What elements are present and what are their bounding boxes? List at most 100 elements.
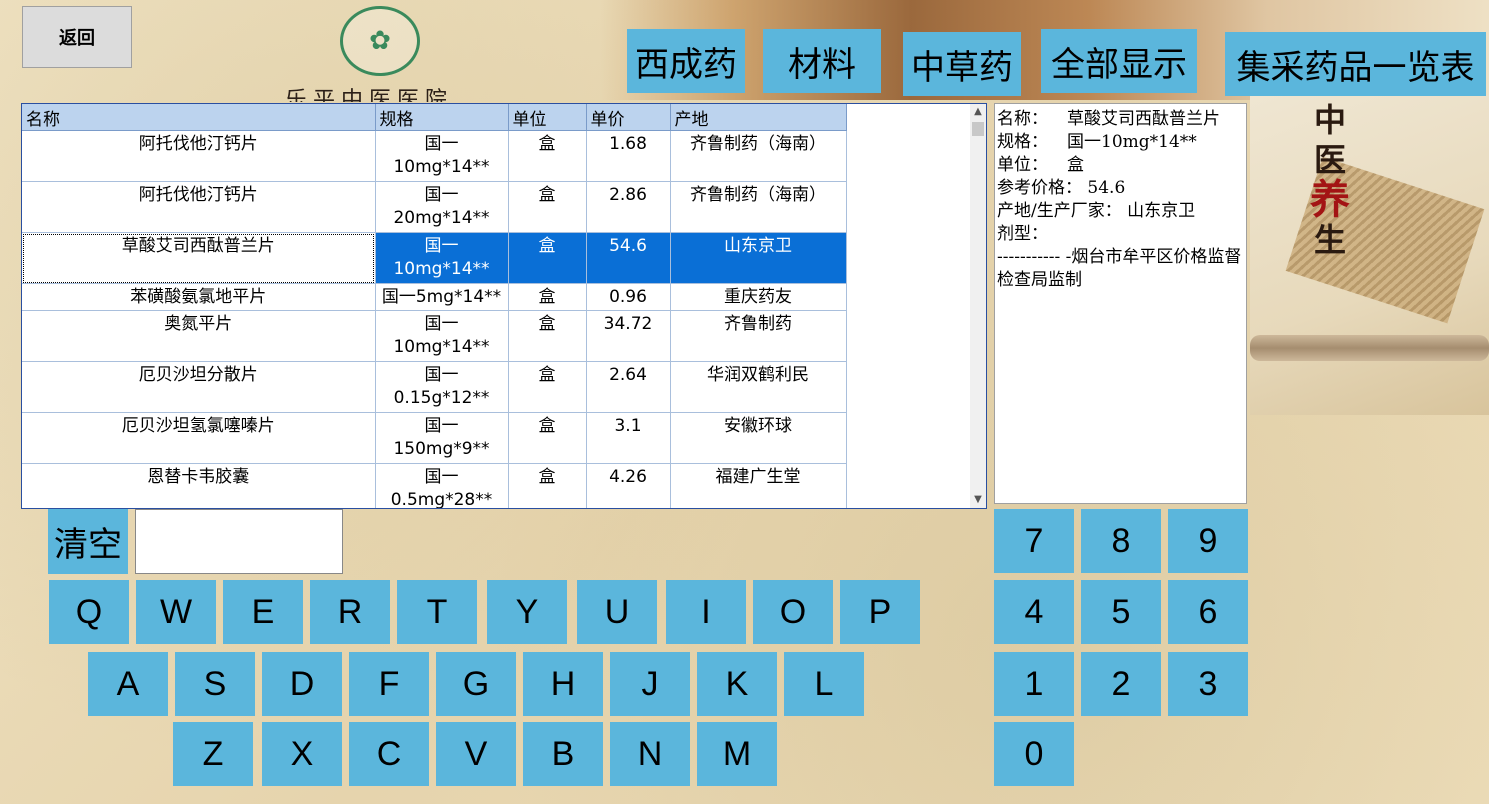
key-0[interactable]: 0 — [994, 722, 1074, 786]
cell-price: 54.6 — [586, 232, 671, 284]
key-p[interactable]: P — [840, 580, 920, 644]
key-5[interactable]: 5 — [1081, 580, 1161, 644]
key-g[interactable]: G — [436, 652, 516, 716]
cell-spec-line: 国一 — [424, 467, 459, 487]
cell-spec-line: 10mg*14** — [393, 157, 490, 177]
cell-price: 34.72 — [586, 310, 671, 362]
key-d[interactable]: D — [262, 652, 342, 716]
key-s[interactable]: S — [175, 652, 255, 716]
key-c[interactable]: C — [349, 722, 429, 786]
key-q[interactable]: Q — [49, 580, 129, 644]
key-v[interactable]: V — [436, 722, 516, 786]
calligraphy-char: 医 — [1313, 141, 1346, 179]
column-header-spec[interactable]: 规格 — [375, 104, 509, 131]
key-7[interactable]: 7 — [994, 509, 1074, 573]
key-1[interactable]: 1 — [994, 652, 1074, 716]
key-j[interactable]: J — [610, 652, 690, 716]
detail-label: 参考价格： — [997, 178, 1082, 198]
cell-spec-line: 国一 — [424, 134, 459, 154]
cell-price: 0.96 — [586, 283, 671, 311]
key-w[interactable]: W — [136, 580, 216, 644]
key-x[interactable]: X — [262, 722, 342, 786]
cell-spec-line: 国一 — [424, 416, 459, 436]
drug-detail-panel: 名称： 草酸艾司西酞普兰片 规格： 国一10mg*14** 单位： 盒 参考价格： 5… — [994, 103, 1247, 504]
column-header-price[interactable]: 单价 — [586, 104, 671, 131]
cell-name: 厄贝沙坦分散片 — [22, 361, 376, 413]
key-9[interactable]: 9 — [1168, 509, 1248, 573]
key-m[interactable]: M — [697, 722, 777, 786]
key-b[interactable]: B — [523, 722, 603, 786]
table-row[interactable]: 阿托伐他汀钙片 国一 10mg*14** 盒 1.68 齐鲁制药（海南） — [22, 130, 847, 182]
search-input[interactable] — [135, 509, 343, 574]
key-o[interactable]: O — [753, 580, 833, 644]
table-row-selected[interactable]: 草酸艾司西酞普兰片 国一 10mg*14** 盒 54.6 山东京卫 — [22, 232, 847, 284]
key-6[interactable]: 6 — [1168, 580, 1248, 644]
category-procurement-list-button[interactable]: 集采药品一览表 — [1225, 32, 1486, 96]
column-header-origin[interactable]: 产地 — [670, 104, 847, 131]
cell-spec: 国一 10mg*14** — [375, 310, 509, 362]
key-l[interactable]: L — [784, 652, 864, 716]
category-show-all-button[interactable]: 全部显示 — [1041, 29, 1197, 93]
key-f[interactable]: F — [349, 652, 429, 716]
scrollbar-thumb[interactable] — [972, 122, 984, 136]
key-h[interactable]: H — [523, 652, 603, 716]
key-t[interactable]: T — [397, 580, 477, 644]
hospital-logo-icon: ✿ — [340, 6, 420, 76]
category-western-medicine-button[interactable]: 西成药 — [627, 29, 745, 93]
detail-unit-row: 单位： 盒 — [997, 154, 1244, 177]
key-e[interactable]: E — [223, 580, 303, 644]
key-z[interactable]: Z — [173, 722, 253, 786]
key-a[interactable]: A — [88, 652, 168, 716]
table-row[interactable]: 苯磺酸氨氯地平片 国一5mg*14** 盒 0.96 重庆药友 — [22, 283, 847, 311]
key-4[interactable]: 4 — [994, 580, 1074, 644]
cell-spec-line: 10mg*14** — [393, 259, 490, 279]
key-r[interactable]: R — [310, 580, 390, 644]
detail-name-row: 名称： 草酸艾司西酞普兰片 — [997, 108, 1244, 131]
category-herbal-medicine-button[interactable]: 中草药 — [903, 32, 1021, 96]
table-row[interactable]: 恩替卡韦胶囊 国一 0.5mg*28** 盒 4.26 福建广生堂 — [22, 463, 847, 509]
key-n[interactable]: N — [610, 722, 690, 786]
cell-name: 苯磺酸氨氯地平片 — [22, 283, 376, 311]
key-u[interactable]: U — [577, 580, 657, 644]
cell-price: 3.1 — [586, 412, 671, 464]
scroll-decoration — [1250, 335, 1489, 361]
cell-origin: 华润双鹤利民 — [670, 361, 847, 413]
cell-name: 阿托伐他汀钙片 — [22, 181, 376, 233]
table-row[interactable]: 阿托伐他汀钙片 国一 20mg*14** 盒 2.86 齐鲁制药（海南） — [22, 181, 847, 233]
cell-spec-line: 0.5mg*28** — [390, 490, 493, 509]
hospital-name: 乐平中医医院 — [285, 88, 454, 102]
cell-spec-line: 0.15g*12** — [393, 388, 490, 408]
cell-spec: 国一 20mg*14** — [375, 181, 509, 233]
cell-spec-line: 国一 — [424, 185, 459, 205]
cell-spec-line: 国一 — [424, 236, 459, 256]
category-materials-button[interactable]: 材料 — [763, 29, 881, 93]
detail-value: 草酸艾司西酞普兰片 — [1067, 109, 1220, 129]
column-header-unit[interactable]: 单位 — [508, 104, 587, 131]
cell-name: 草酸艾司西酞普兰片 — [22, 232, 376, 284]
cell-price: 2.86 — [586, 181, 671, 233]
cell-unit: 盒 — [508, 412, 587, 464]
table-row[interactable]: 厄贝沙坦氢氯噻嗪片 国一 150mg*9** 盒 3.1 安徽环球 — [22, 412, 847, 464]
table-row[interactable]: 厄贝沙坦分散片 国一 0.15g*12** 盒 2.64 华润双鹤利民 — [22, 361, 847, 413]
column-header-name[interactable]: 名称 — [22, 104, 376, 131]
table-scrollbar[interactable]: ▲ ▼ — [970, 104, 986, 508]
cell-spec-line: 150mg*9** — [393, 439, 490, 459]
side-calligraphy: 中 医 养 生 — [1300, 100, 1360, 260]
cell-unit: 盒 — [508, 283, 587, 311]
key-i[interactable]: I — [666, 580, 746, 644]
scroll-up-icon[interactable]: ▲ — [970, 104, 986, 120]
calligraphy-char: 中 — [1313, 101, 1346, 139]
table-row[interactable]: 奥氮平片 国一 10mg*14** 盒 34.72 齐鲁制药 — [22, 310, 847, 362]
cell-price: 1.68 — [586, 130, 671, 182]
key-y[interactable]: Y — [487, 580, 567, 644]
detail-label: 剂型： — [997, 224, 1048, 244]
detail-label: 单位： — [997, 155, 1048, 175]
key-8[interactable]: 8 — [1081, 509, 1161, 573]
scroll-down-icon[interactable]: ▼ — [970, 492, 986, 508]
detail-note: ----------- -烟台市牟平区价格监督检查局监制 — [997, 247, 1242, 290]
key-2[interactable]: 2 — [1081, 652, 1161, 716]
back-button[interactable]: 返回 — [22, 6, 132, 68]
clear-button[interactable]: 清空 — [48, 509, 128, 574]
key-k[interactable]: K — [697, 652, 777, 716]
key-3[interactable]: 3 — [1168, 652, 1248, 716]
